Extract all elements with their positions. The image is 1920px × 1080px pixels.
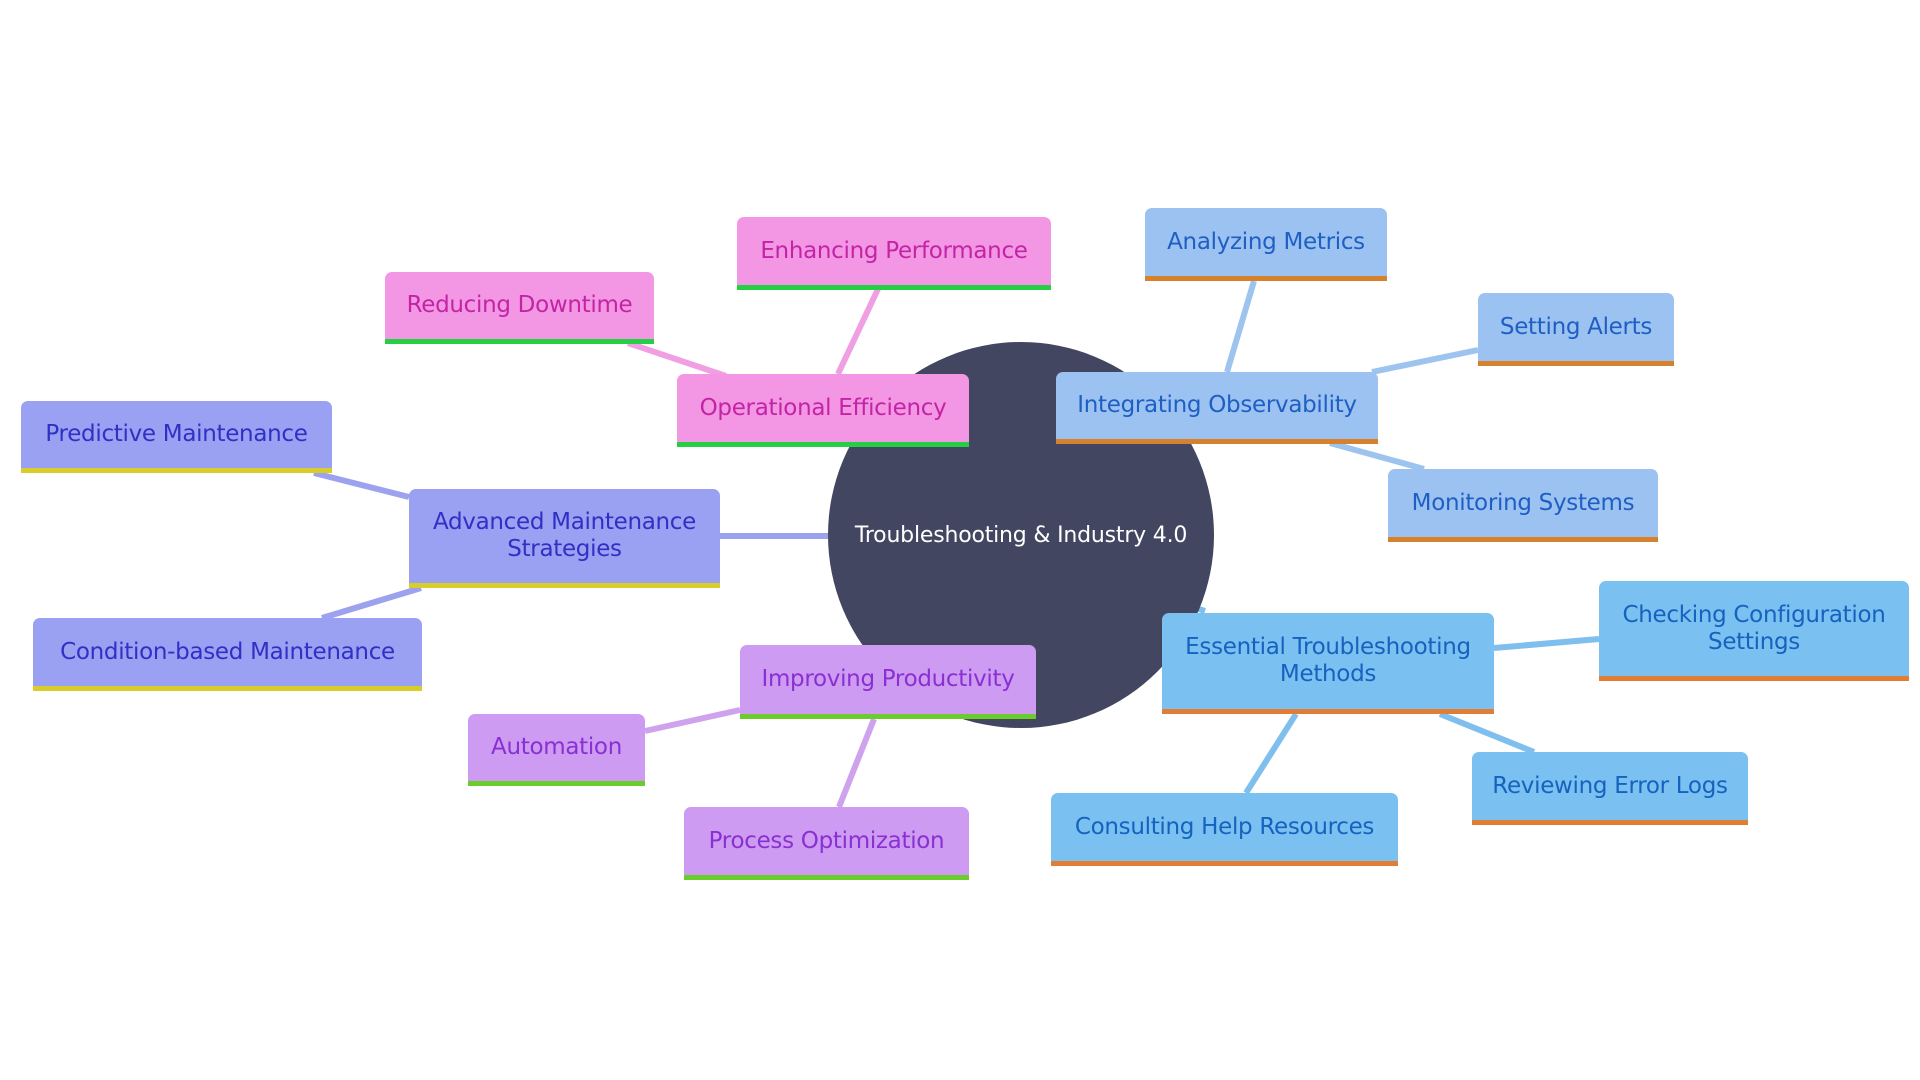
edge-enhancing-performance (835, 287, 881, 376)
node-label: Operational Efficiency (699, 394, 947, 421)
edge-checking-configuration (1493, 636, 1600, 651)
node-label: Integrating Observability (1077, 392, 1357, 418)
node-label: Reducing Downtime (406, 292, 633, 318)
node-automation[interactable]: Automation (468, 714, 645, 786)
node-enhancing-performance[interactable]: Enhancing Performance (737, 217, 1051, 290)
node-label: Improving Productivity (761, 666, 1015, 692)
edge-reducing-downtime (627, 340, 727, 379)
node-setting-alerts[interactable]: Setting Alerts (1478, 293, 1674, 366)
node-improving-productivity[interactable]: Improving Productivity (740, 645, 1036, 719)
edge-setting-alerts (1371, 347, 1479, 375)
node-advanced-maintenance-strategies[interactable]: Advanced Maintenance Strategies (409, 489, 720, 588)
node-label: Checking Configuration Settings (1622, 601, 1886, 655)
node-checking-configuration-settings[interactable]: Checking Configuration Settings (1599, 581, 1909, 681)
edge-reviewing-error-logs (1438, 711, 1536, 755)
edge-predictive-maintenance (313, 470, 410, 500)
node-label: Reviewing Error Logs (1492, 772, 1728, 799)
node-essential-troubleshooting-methods[interactable]: Essential Troubleshooting Methods (1162, 613, 1494, 714)
node-label: Setting Alerts (1499, 313, 1653, 340)
edge-process-optimization (836, 717, 877, 809)
node-label: Enhancing Performance (760, 237, 1028, 264)
node-operational-efficiency[interactable]: Operational Efficiency (677, 374, 969, 447)
node-analyzing-metrics[interactable]: Analyzing Metrics (1145, 208, 1387, 281)
node-consulting-help-resources[interactable]: Consulting Help Resources (1051, 793, 1398, 866)
edge-consulting-help (1243, 712, 1299, 795)
node-reducing-downtime[interactable]: Reducing Downtime (385, 272, 654, 344)
node-condition-based-maintenance[interactable]: Condition-based Maintenance (33, 618, 422, 691)
node-label: Process Optimization (708, 827, 945, 854)
edge-monitoring-systems (1329, 440, 1425, 472)
node-label: Condition-based Maintenance (60, 638, 395, 665)
node-predictive-maintenance[interactable]: Predictive Maintenance (21, 401, 332, 473)
node-label: Consulting Help Resources (1074, 813, 1375, 840)
node-reviewing-error-logs[interactable]: Reviewing Error Logs (1472, 752, 1748, 825)
node-label: Automation (491, 734, 622, 760)
node-monitoring-systems[interactable]: Monitoring Systems (1388, 469, 1658, 542)
node-label: Predictive Maintenance (45, 421, 308, 447)
node-label: Analyzing Metrics (1167, 228, 1365, 255)
edge-condition-based-maintenance (321, 585, 422, 621)
node-label: Advanced Maintenance Strategies (432, 509, 697, 562)
edge-automation (644, 707, 741, 734)
node-label: Essential Troubleshooting Methods (1185, 634, 1471, 687)
node-label: Monitoring Systems (1411, 489, 1635, 516)
node-process-optimization[interactable]: Process Optimization (684, 807, 969, 880)
edge-analyzing-metrics (1224, 280, 1257, 373)
node-integrating-observability[interactable]: Integrating Observability (1056, 372, 1378, 444)
root-label: Troubleshooting & Industry 4.0 (854, 522, 1188, 548)
